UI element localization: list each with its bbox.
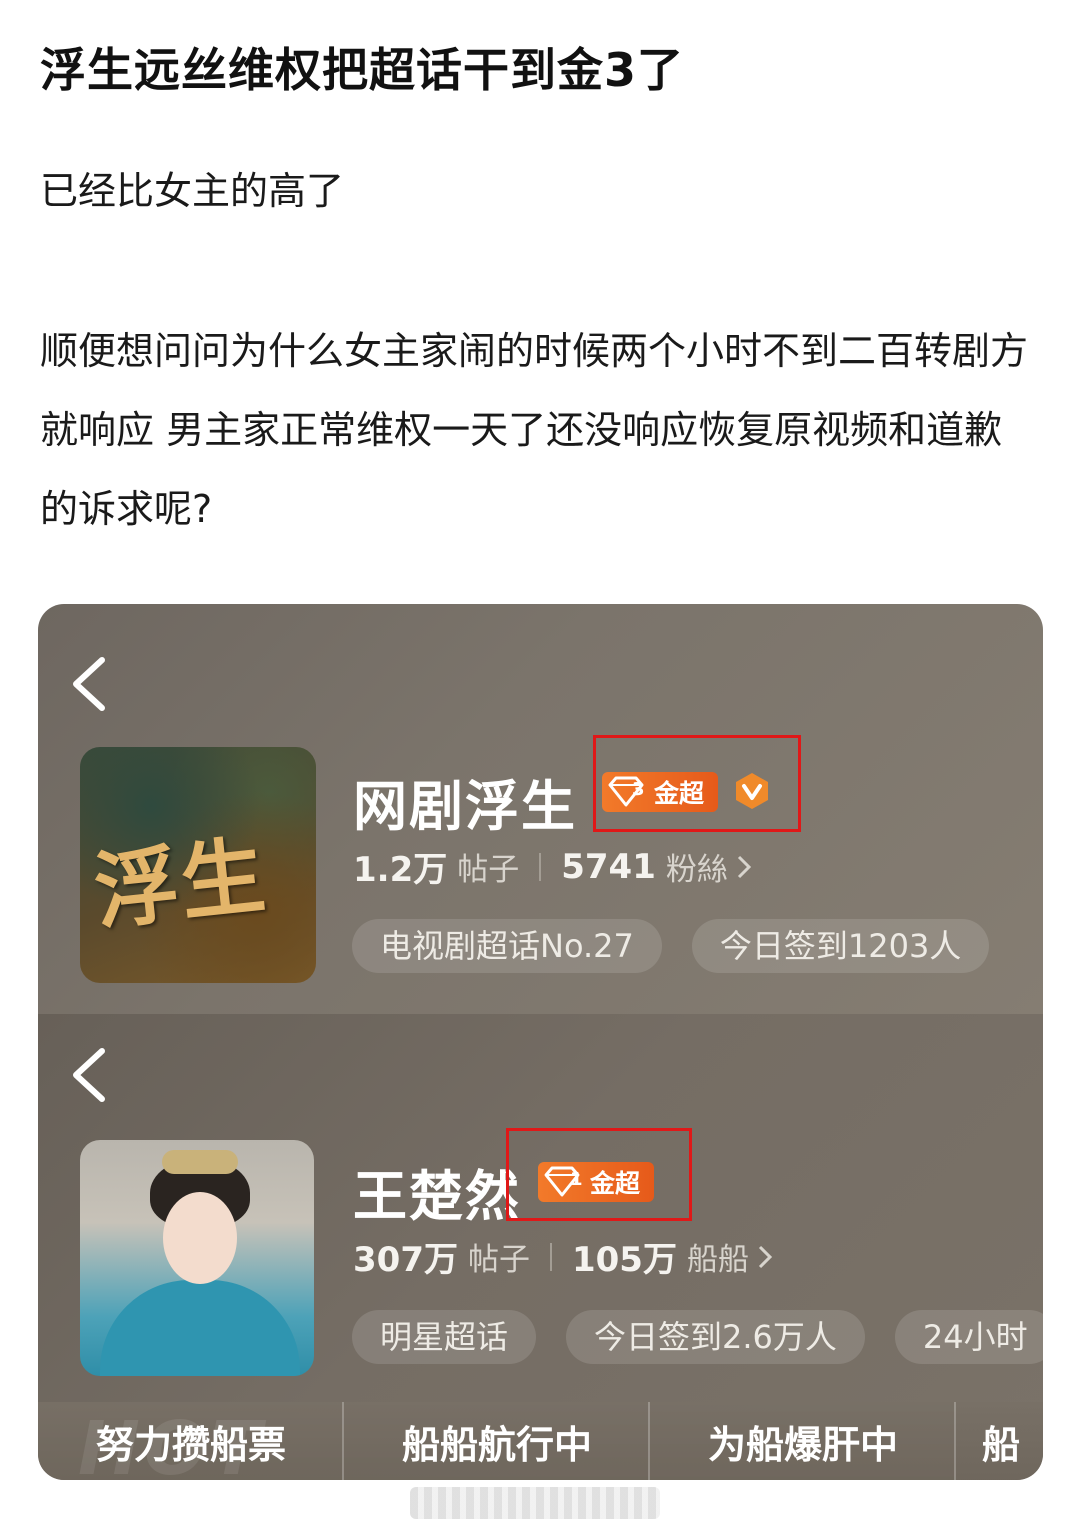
tab-label: 船 — [982, 1422, 1021, 1467]
post-paragraph-2: 顺便想问问为什么女主家闹的时候两个小时不到二百转剧方就响应 男主家正常维权一天了… — [40, 329, 1029, 531]
tab-grinding[interactable]: 为船爆肝中 — [650, 1402, 956, 1480]
chip-row: 明星超话 今日签到2.6万人 24小时 — [352, 1310, 1043, 1364]
figure-robe — [100, 1280, 300, 1376]
chevron-right-icon — [758, 1245, 773, 1268]
tab-more[interactable]: 船 — [956, 1402, 1043, 1480]
posts-count: 307万 — [353, 1240, 458, 1280]
action-tab-bar: HOT 努力攒船票 船船航行中 为船爆肝中 船 — [38, 1402, 1043, 1480]
tab-label: 船船航行中 — [402, 1422, 593, 1467]
stats-row[interactable]: 307万 帖子 105万 船船 — [353, 1232, 773, 1281]
chip-category[interactable]: 明星超话 — [352, 1310, 537, 1364]
post-title: 浮生远丝维权把超话干到金3了 — [40, 43, 685, 97]
tab-ticket[interactable]: HOT 努力攒船票 — [38, 1402, 344, 1480]
fans-label: 船船 — [686, 1242, 749, 1278]
watermark — [410, 1487, 660, 1519]
supertopic-card-wangchuran: 王楚然 1 金超 307万 帖子 105万 船船 明星超话 今日签到2.6万人 … — [38, 604, 1043, 1480]
figure-headdress — [162, 1150, 238, 1174]
supertopic-avatar-image[interactable] — [80, 1140, 314, 1376]
fans-count: 105万 — [571, 1240, 677, 1280]
stats-divider — [549, 1242, 552, 1271]
chevron-left-icon[interactable] — [68, 1045, 112, 1105]
chip-checkin[interactable]: 今日签到2.6万人 — [566, 1310, 865, 1364]
post-paragraph-1: 已经比女主的高了 — [40, 169, 345, 213]
figure-face — [163, 1192, 237, 1284]
posts-label: 帖子 — [467, 1242, 530, 1278]
tab-label: 努力攒船票 — [96, 1422, 287, 1467]
chip-24h[interactable]: 24小时 — [894, 1310, 1043, 1364]
embedded-screenshot[interactable]: 浮生 网剧浮生 3 金超 1.2万 帖子 5741 粉絲 电视剧超话No.27 — [38, 604, 1043, 1480]
tab-sailing[interactable]: 船船航行中 — [344, 1402, 650, 1480]
tab-label: 为船爆肝中 — [708, 1422, 899, 1467]
supertopic-name: 王楚然 — [353, 1165, 521, 1228]
highlight-box — [506, 1128, 692, 1221]
